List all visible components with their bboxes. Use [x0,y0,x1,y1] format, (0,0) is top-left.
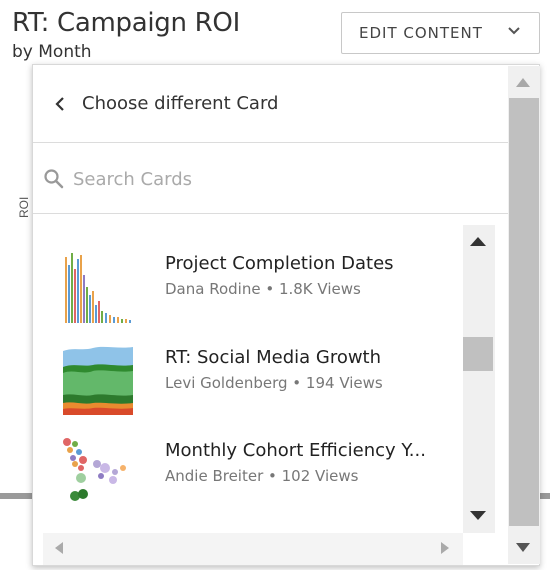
list-item[interactable]: RT: Social Media Growth Levi Goldenberg … [43,345,463,437]
list-item[interactable]: Project Completion Dates Dana Rodine • 1… [43,251,463,343]
card-meta: Dana Rodine • 1.8K Views [165,280,361,298]
choose-different-card-button[interactable]: Choose different Card [33,65,508,143]
card-meta: Levi Goldenberg • 194 Views [165,374,383,392]
scroll-left-icon[interactable] [55,542,63,554]
axis-label: ROI [17,196,31,218]
list-scroll-down-icon[interactable] [470,511,486,520]
panel-scrollbar-thumb[interactable] [509,98,539,526]
list-item[interactable]: Monthly Cohort Efficiency Y... Andie Bre… [43,438,463,530]
panel-scroll-down-icon[interactable] [516,543,530,552]
scrollbar-corner [463,533,495,565]
card-name: Project Completion Dates [165,253,394,274]
back-label: Choose different Card [82,93,279,114]
search-icon [44,169,64,189]
chevron-down-icon [508,27,520,35]
card-meta: Andie Breiter • 102 Views [165,467,359,485]
list-scrollbar[interactable] [463,225,495,533]
chevron-left-icon [55,97,64,111]
card-name: Monthly Cohort Efficiency Y... [165,440,426,461]
search-row [33,144,508,214]
edit-content-button[interactable]: EDIT CONTENT [341,12,540,54]
list-scrollbar-thumb[interactable] [463,337,493,371]
search-cards-input[interactable] [73,164,493,194]
card-subtitle: by Month [12,42,92,62]
card-list-viewport: Project Completion Dates Dana Rodine • 1… [43,225,463,533]
bar-chart-thumbnail [65,253,131,323]
bubble-chart-thumbnail [63,438,126,501]
list-horizontal-scrollbar[interactable] [43,533,463,565]
scroll-right-icon[interactable] [441,542,449,554]
stacked-area-thumbnail [63,346,133,415]
edit-content-label: EDIT CONTENT [359,24,483,42]
list-scroll-up-icon[interactable] [470,237,486,246]
card-list: Project Completion Dates Dana Rodine • 1… [43,225,495,565]
card-title: RT: Campaign ROI [12,8,240,38]
panel-scroll-up-icon[interactable] [516,78,530,87]
card-name: RT: Social Media Growth [165,347,382,368]
